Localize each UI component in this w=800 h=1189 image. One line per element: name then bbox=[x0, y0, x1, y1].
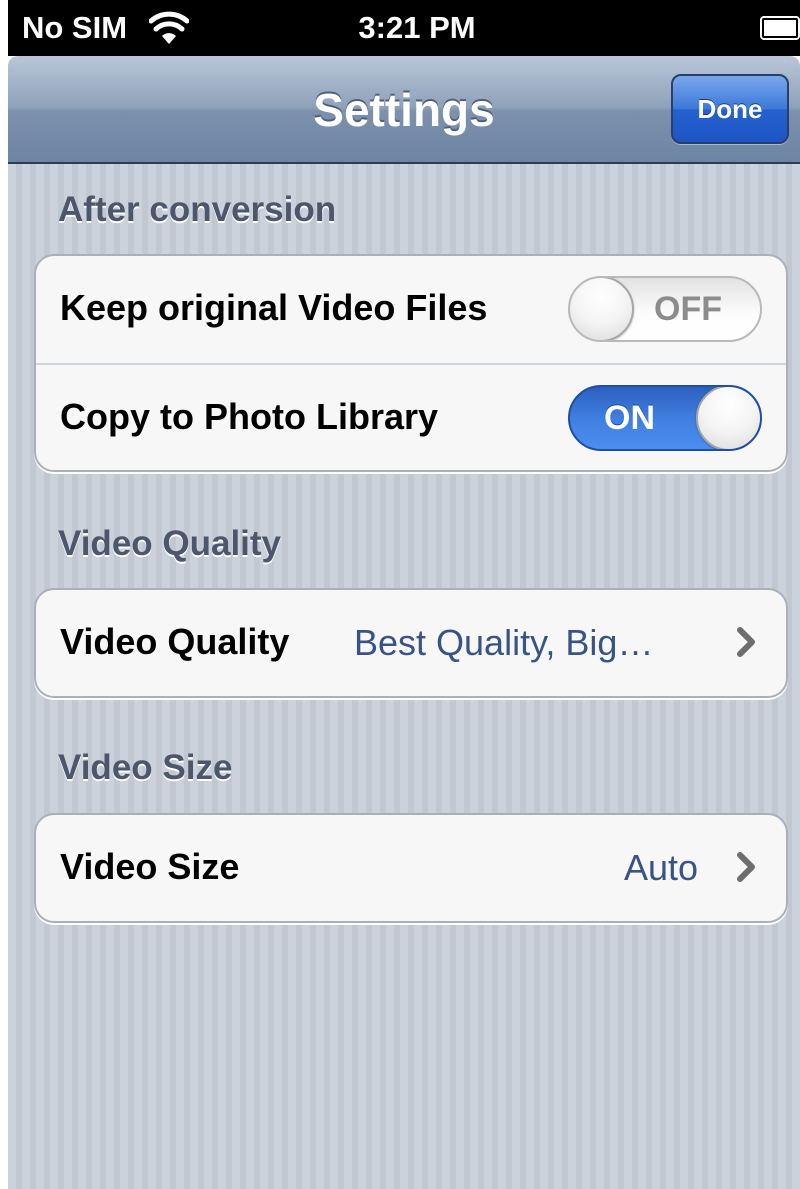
status-bar: No SIM 3:21 PM bbox=[8, 0, 800, 56]
video-quality-value: Best Quality, Big… bbox=[354, 622, 654, 663]
status-time: 3:21 PM bbox=[358, 10, 476, 45]
chevron-right-icon bbox=[737, 627, 755, 657]
video-quality-row[interactable]: Video Quality Best Quality, Big… bbox=[36, 590, 786, 696]
settings-table: After conversion Keep original Video Fil… bbox=[8, 164, 800, 1189]
chevron-right-icon bbox=[737, 852, 755, 882]
keep-original-toggle[interactable]: OFF bbox=[568, 276, 762, 342]
toggle-knob bbox=[696, 387, 760, 449]
video-size-value: Auto bbox=[624, 847, 699, 888]
copy-to-photo-library-label: Copy to Photo Library bbox=[60, 396, 438, 437]
device-screen: No SIM 3:21 PM Settings Done After conve… bbox=[8, 0, 800, 1189]
after-conversion-group: Keep original Video Files OFF Copy to Ph… bbox=[34, 254, 788, 472]
video-size-row[interactable]: Video Size Auto bbox=[36, 815, 786, 921]
copy-to-photo-library-row: Copy to Photo Library ON bbox=[36, 365, 786, 470]
video-size-label: Video Size bbox=[60, 846, 240, 887]
keep-original-video-files-row: Keep original Video Files OFF bbox=[36, 256, 786, 364]
section-header-after-conversion: After conversion bbox=[58, 190, 337, 229]
section-header-video-size: Video Size bbox=[58, 748, 233, 787]
toggle-state-label: ON bbox=[604, 399, 655, 437]
video-quality-group: Video Quality Best Quality, Big… bbox=[34, 588, 788, 698]
navigation-bar: Settings Done bbox=[8, 56, 800, 164]
keep-original-video-files-label: Keep original Video Files bbox=[60, 287, 488, 328]
toggle-state-label: OFF bbox=[654, 290, 722, 328]
done-button[interactable]: Done bbox=[671, 74, 789, 144]
video-size-group: Video Size Auto bbox=[34, 813, 788, 923]
copy-to-library-toggle[interactable]: ON bbox=[568, 385, 762, 451]
toggle-knob bbox=[570, 278, 634, 340]
video-quality-label: Video Quality bbox=[60, 621, 290, 662]
battery-icon bbox=[760, 16, 800, 40]
section-header-video-quality: Video Quality bbox=[58, 524, 282, 563]
